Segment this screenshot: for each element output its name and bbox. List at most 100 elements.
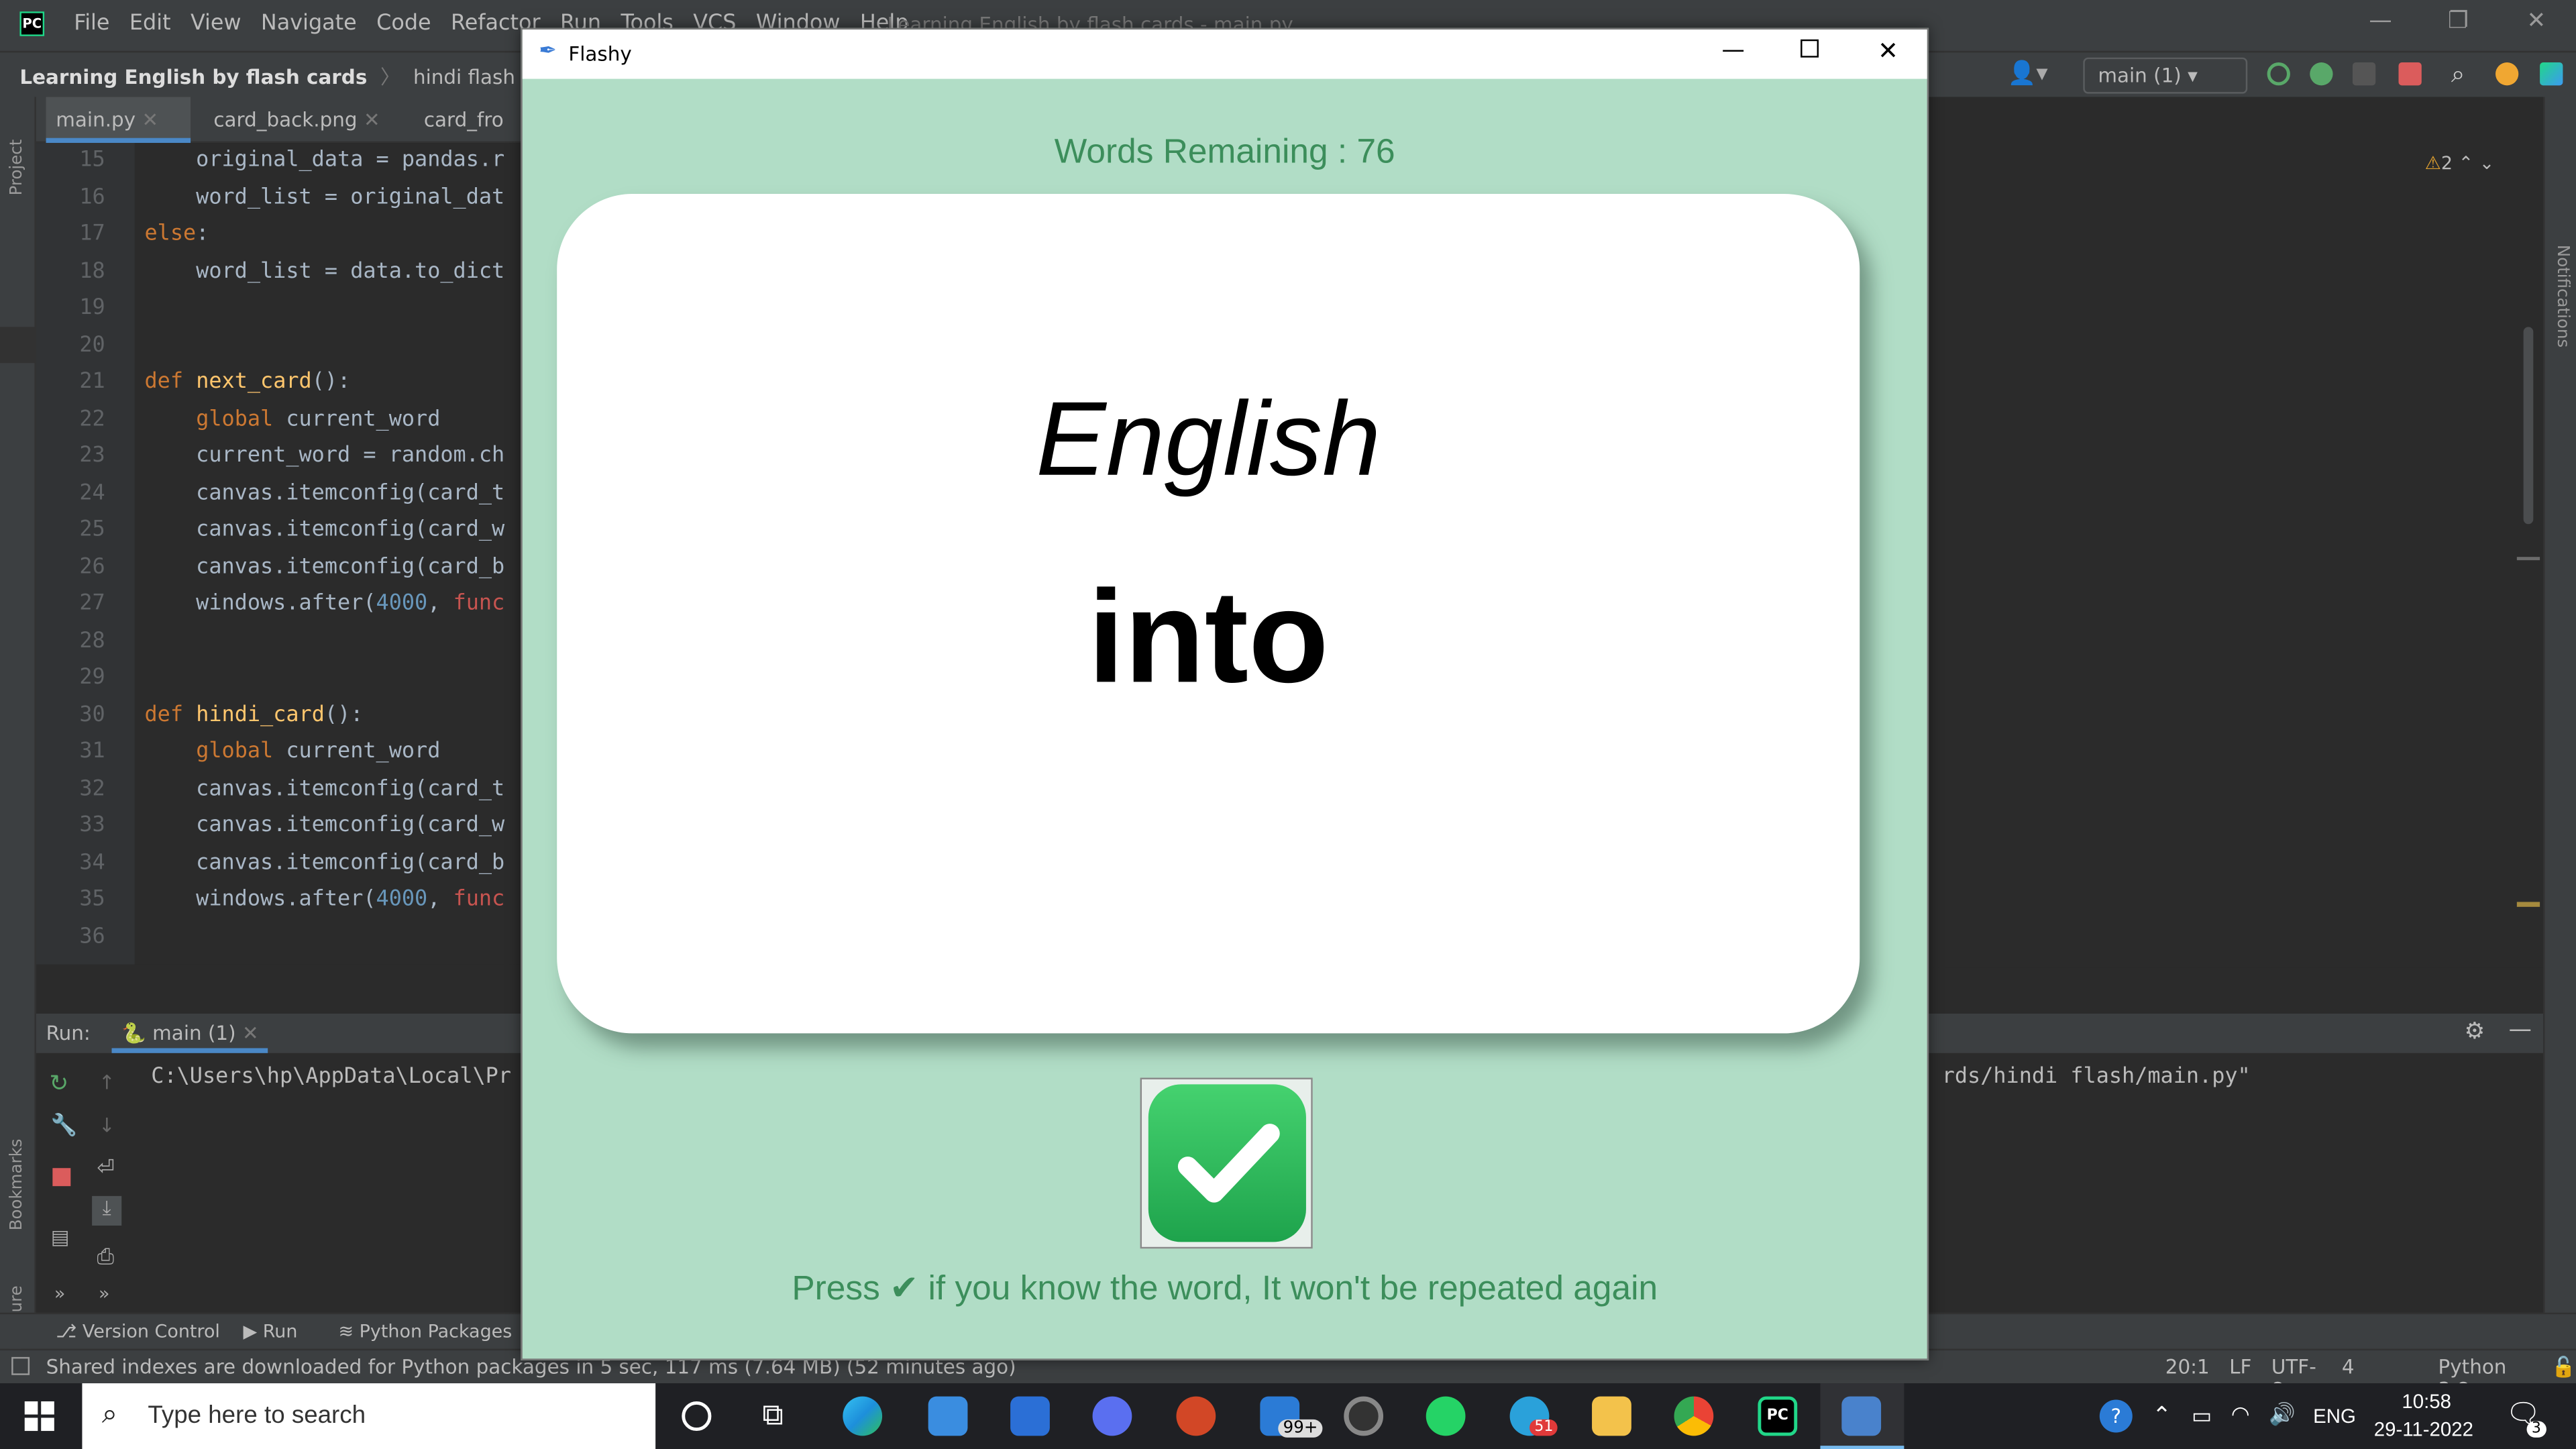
code-line[interactable]: global current_word	[145, 407, 440, 431]
pycharm-logo-icon: PC	[19, 11, 45, 36]
editor-right-area: ⚠2 ⌃ ⌄	[1929, 97, 2544, 968]
stop-icon[interactable]	[52, 1168, 71, 1187]
search-icon: ⌕	[101, 1398, 118, 1430]
rerun-icon[interactable]: ↻	[49, 1071, 68, 1097]
taskbar-search-box[interactable]: ⌕ Type here to search	[82, 1383, 656, 1449]
menu-item-edit[interactable]: Edit	[129, 11, 171, 36]
editor-scrollbar[interactable]	[2523, 327, 2534, 525]
code-line[interactable]: canvas.itemconfig(card_b	[145, 850, 504, 875]
tab-card-back[interactable]: card_back.png ✕	[204, 97, 398, 143]
print-icon[interactable]: ⎙	[97, 1245, 113, 1270]
media-player-icon[interactable]	[1344, 1396, 1384, 1436]
tray-chevron-icon[interactable]: ⌃	[2152, 1401, 2171, 1430]
wrench-icon[interactable]: 🔧	[51, 1114, 78, 1138]
tab-card-front[interactable]: card_fro	[414, 97, 529, 143]
soft-wrap-icon[interactable]: ⏎	[97, 1157, 115, 1181]
notifications-tool-button[interactable]: Notifications	[2553, 245, 2571, 347]
clock-date[interactable]: 29-11-2022	[2374, 1417, 2473, 1440]
code-line[interactable]: global current_word	[145, 739, 440, 764]
code-line[interactable]: windows.after(4000, func	[145, 592, 504, 616]
code-line[interactable]: current_word = random.ch	[145, 443, 504, 468]
code-line[interactable]: def hindi_card():	[145, 702, 364, 727]
active-app-indicator	[1820, 1383, 1904, 1449]
wifi-icon[interactable]: ◠	[2231, 1401, 2250, 1428]
line-number: 17	[79, 221, 105, 247]
error-stripe-marker[interactable]	[2516, 902, 2540, 907]
search-icon[interactable]: ⌕	[2451, 59, 2465, 89]
breadcrumb-project[interactable]: Learning English by flash cards	[19, 65, 367, 88]
known-word-button[interactable]	[1140, 1077, 1313, 1249]
user-icon[interactable]: 👤▾	[2008, 61, 2048, 87]
more-icon[interactable]: »	[99, 1283, 109, 1305]
code-line[interactable]: canvas.itemconfig(card_t	[145, 480, 504, 505]
close-icon[interactable]: ✕	[1878, 36, 1898, 66]
plugin-icon[interactable]	[2540, 62, 2563, 86]
version-control-tab[interactable]: ⎇ Version Control	[56, 1321, 220, 1342]
menu-item-code[interactable]: Code	[376, 11, 431, 36]
close-icon[interactable]: ✕	[2527, 8, 2546, 34]
code-line[interactable]: windows.after(4000, func	[145, 887, 504, 912]
help-icon[interactable]: ?	[2099, 1399, 2133, 1433]
code-line[interactable]: def next_card():	[145, 370, 351, 394]
file-explorer-icon[interactable]	[1592, 1396, 1631, 1436]
minimize-icon[interactable]: —	[2369, 8, 2392, 34]
breadcrumb-folder[interactable]: hindi flash	[413, 65, 515, 88]
more-icon[interactable]: »	[54, 1283, 65, 1305]
warnings-indicator[interactable]: ⚠2 ⌃ ⌄	[2425, 153, 2495, 174]
bookmarks-tool-button[interactable]: Bookmarks	[8, 1138, 26, 1230]
line-number: 32	[79, 776, 105, 801]
code-line[interactable]: canvas.itemconfig(card_t	[145, 776, 504, 801]
language-indicator[interactable]: ENG	[2313, 1405, 2356, 1428]
code-line[interactable]: canvas.itemconfig(card_w	[145, 813, 504, 838]
stop-icon[interactable]	[2398, 62, 2422, 86]
code-line[interactable]: original_data = pandas.r	[145, 148, 504, 172]
scroll-to-end-icon[interactable]: ⤓	[92, 1195, 122, 1226]
run-config-select[interactable]: main (1) ▾	[2083, 57, 2248, 94]
debug-icon[interactable]	[2310, 62, 2333, 86]
task-view-icon[interactable]: ⧉	[762, 1398, 783, 1432]
whatsapp-icon[interactable]	[1426, 1396, 1466, 1436]
code-line[interactable]: canvas.itemconfig(card_w	[145, 517, 504, 542]
powerpoint-icon[interactable]	[1176, 1396, 1216, 1436]
volume-icon[interactable]: 🔊	[2269, 1401, 2296, 1428]
maximize-icon[interactable]	[1801, 39, 1819, 58]
tool-windows-icon[interactable]	[11, 1356, 30, 1375]
cortana-icon[interactable]	[682, 1401, 712, 1432]
menu-item-file[interactable]: File	[74, 11, 109, 36]
run-tab[interactable]: 🐍 main (1) ✕	[111, 1014, 269, 1053]
windows-start-icon[interactable]	[24, 1401, 54, 1432]
tab-main-py[interactable]: main.py ✕	[46, 97, 191, 144]
code-editor[interactable]: original_data = pandas.r word_list = ori…	[134, 143, 523, 965]
right-tool-strip: Notifications	[2543, 97, 2576, 1346]
update-icon[interactable]	[2496, 62, 2519, 86]
pycharm-taskbar-icon[interactable]: PC	[1758, 1396, 1798, 1436]
code-line[interactable]: canvas.itemconfig(card_b	[145, 555, 504, 580]
edge-icon[interactable]	[843, 1396, 883, 1436]
gear-icon[interactable]: ⚙	[2464, 1018, 2485, 1044]
minimize-icon[interactable]: —	[1722, 38, 1745, 64]
error-stripe-marker[interactable]	[2516, 557, 2540, 561]
desktop-app-icon[interactable]	[928, 1396, 968, 1436]
python-packages-tab[interactable]: ≋ Python Packages	[338, 1321, 512, 1342]
menu-item-navigate[interactable]: Navigate	[261, 11, 357, 36]
code-line[interactable]: word_list = original_dat	[145, 185, 504, 210]
layout-icon[interactable]: ▤	[51, 1226, 70, 1248]
store-icon[interactable]	[1010, 1396, 1050, 1436]
battery-icon[interactable]: ▭	[2192, 1403, 2212, 1429]
coverage-icon[interactable]	[2352, 62, 2376, 86]
rerun-icon[interactable]	[2267, 62, 2290, 86]
up-arrow-icon[interactable]: ↑	[99, 1071, 115, 1094]
code-line[interactable]: else:	[145, 222, 209, 247]
run-tool-tab[interactable]: ▶ Run	[243, 1321, 297, 1342]
chrome-icon[interactable]	[1674, 1396, 1714, 1436]
code-line[interactable]: word_list = data.to_dict	[145, 259, 504, 284]
canva-icon[interactable]	[1092, 1396, 1132, 1436]
clock-time[interactable]: 10:58	[2402, 1390, 2451, 1413]
line-number: 23	[79, 443, 105, 468]
hide-panel-icon[interactable]: —	[2509, 1017, 2532, 1043]
menu-item-view[interactable]: View	[191, 11, 241, 36]
project-tool-button[interactable]: Project	[8, 140, 26, 196]
down-arrow-icon[interactable]: ↓	[99, 1114, 115, 1136]
restore-icon[interactable]: ❐	[2448, 8, 2469, 34]
flashy-title: Flashy	[568, 42, 632, 66]
